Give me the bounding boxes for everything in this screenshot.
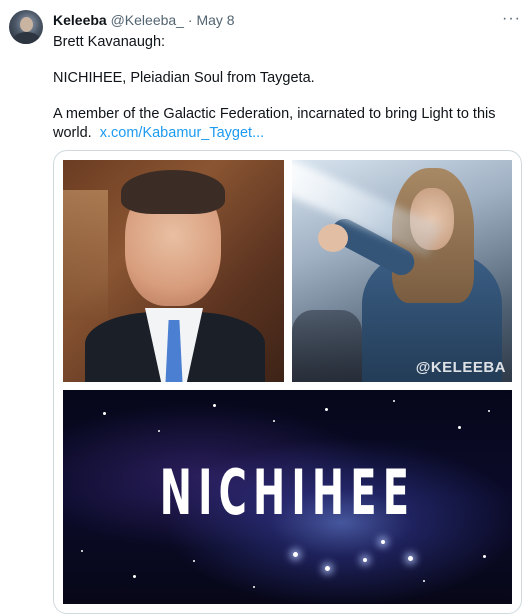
tweet-line-2: NICHIHEE, Pleiadian Soul from Taygeta.	[53, 70, 315, 86]
star	[213, 404, 216, 407]
bright-star	[381, 540, 385, 544]
star	[193, 560, 195, 562]
star	[423, 580, 425, 582]
image-pleiadian-figure[interactable]: @KELEEBA	[292, 160, 512, 382]
star	[158, 430, 160, 432]
bright-star	[363, 558, 367, 562]
media-grid: @KELEEBA NICHIHEE	[53, 150, 522, 614]
bright-star	[293, 552, 298, 557]
star	[393, 400, 395, 402]
tweet-header: Keleeba @Keleeba_ · May 8	[53, 11, 235, 29]
avatar-shoulders	[13, 32, 40, 44]
bright-star	[408, 556, 413, 561]
nichihee-title: NICHIHEE	[159, 456, 416, 529]
image-starfield[interactable]: NICHIHEE	[63, 390, 512, 604]
background-crowd	[292, 310, 362, 382]
more-options-icon[interactable]: ···	[502, 10, 521, 28]
star	[133, 575, 136, 578]
tweet-line-1: Brett Kavanaugh:	[53, 34, 166, 50]
star	[253, 586, 255, 588]
tweet-link[interactable]: x.com/Kabamur_Tayget...	[100, 125, 264, 141]
avatar-face	[20, 17, 33, 32]
author-handle[interactable]: @Keleeba_	[111, 12, 184, 28]
image-watermark: @KELEEBA	[415, 359, 506, 376]
star	[103, 412, 106, 415]
tweet-card: Keleeba @Keleeba_ · May 8 ··· Brett Kava…	[0, 0, 529, 616]
background-window	[63, 190, 108, 320]
portrait-hair	[121, 170, 225, 214]
star	[488, 410, 490, 412]
bright-star	[325, 566, 330, 571]
star	[325, 408, 328, 411]
figure-hand	[318, 224, 348, 252]
star	[458, 426, 461, 429]
header-separator: ·	[187, 12, 193, 28]
tweet-line-3: A member of the Galactic Federation, inc…	[53, 105, 513, 143]
star	[483, 555, 486, 558]
star	[81, 550, 83, 552]
star	[273, 420, 275, 422]
tweet-date[interactable]: May 8	[196, 12, 234, 28]
image-kavanaugh-portrait[interactable]	[63, 160, 284, 382]
author-avatar[interactable]	[9, 10, 43, 44]
author-name[interactable]: Keleeba	[53, 12, 107, 28]
